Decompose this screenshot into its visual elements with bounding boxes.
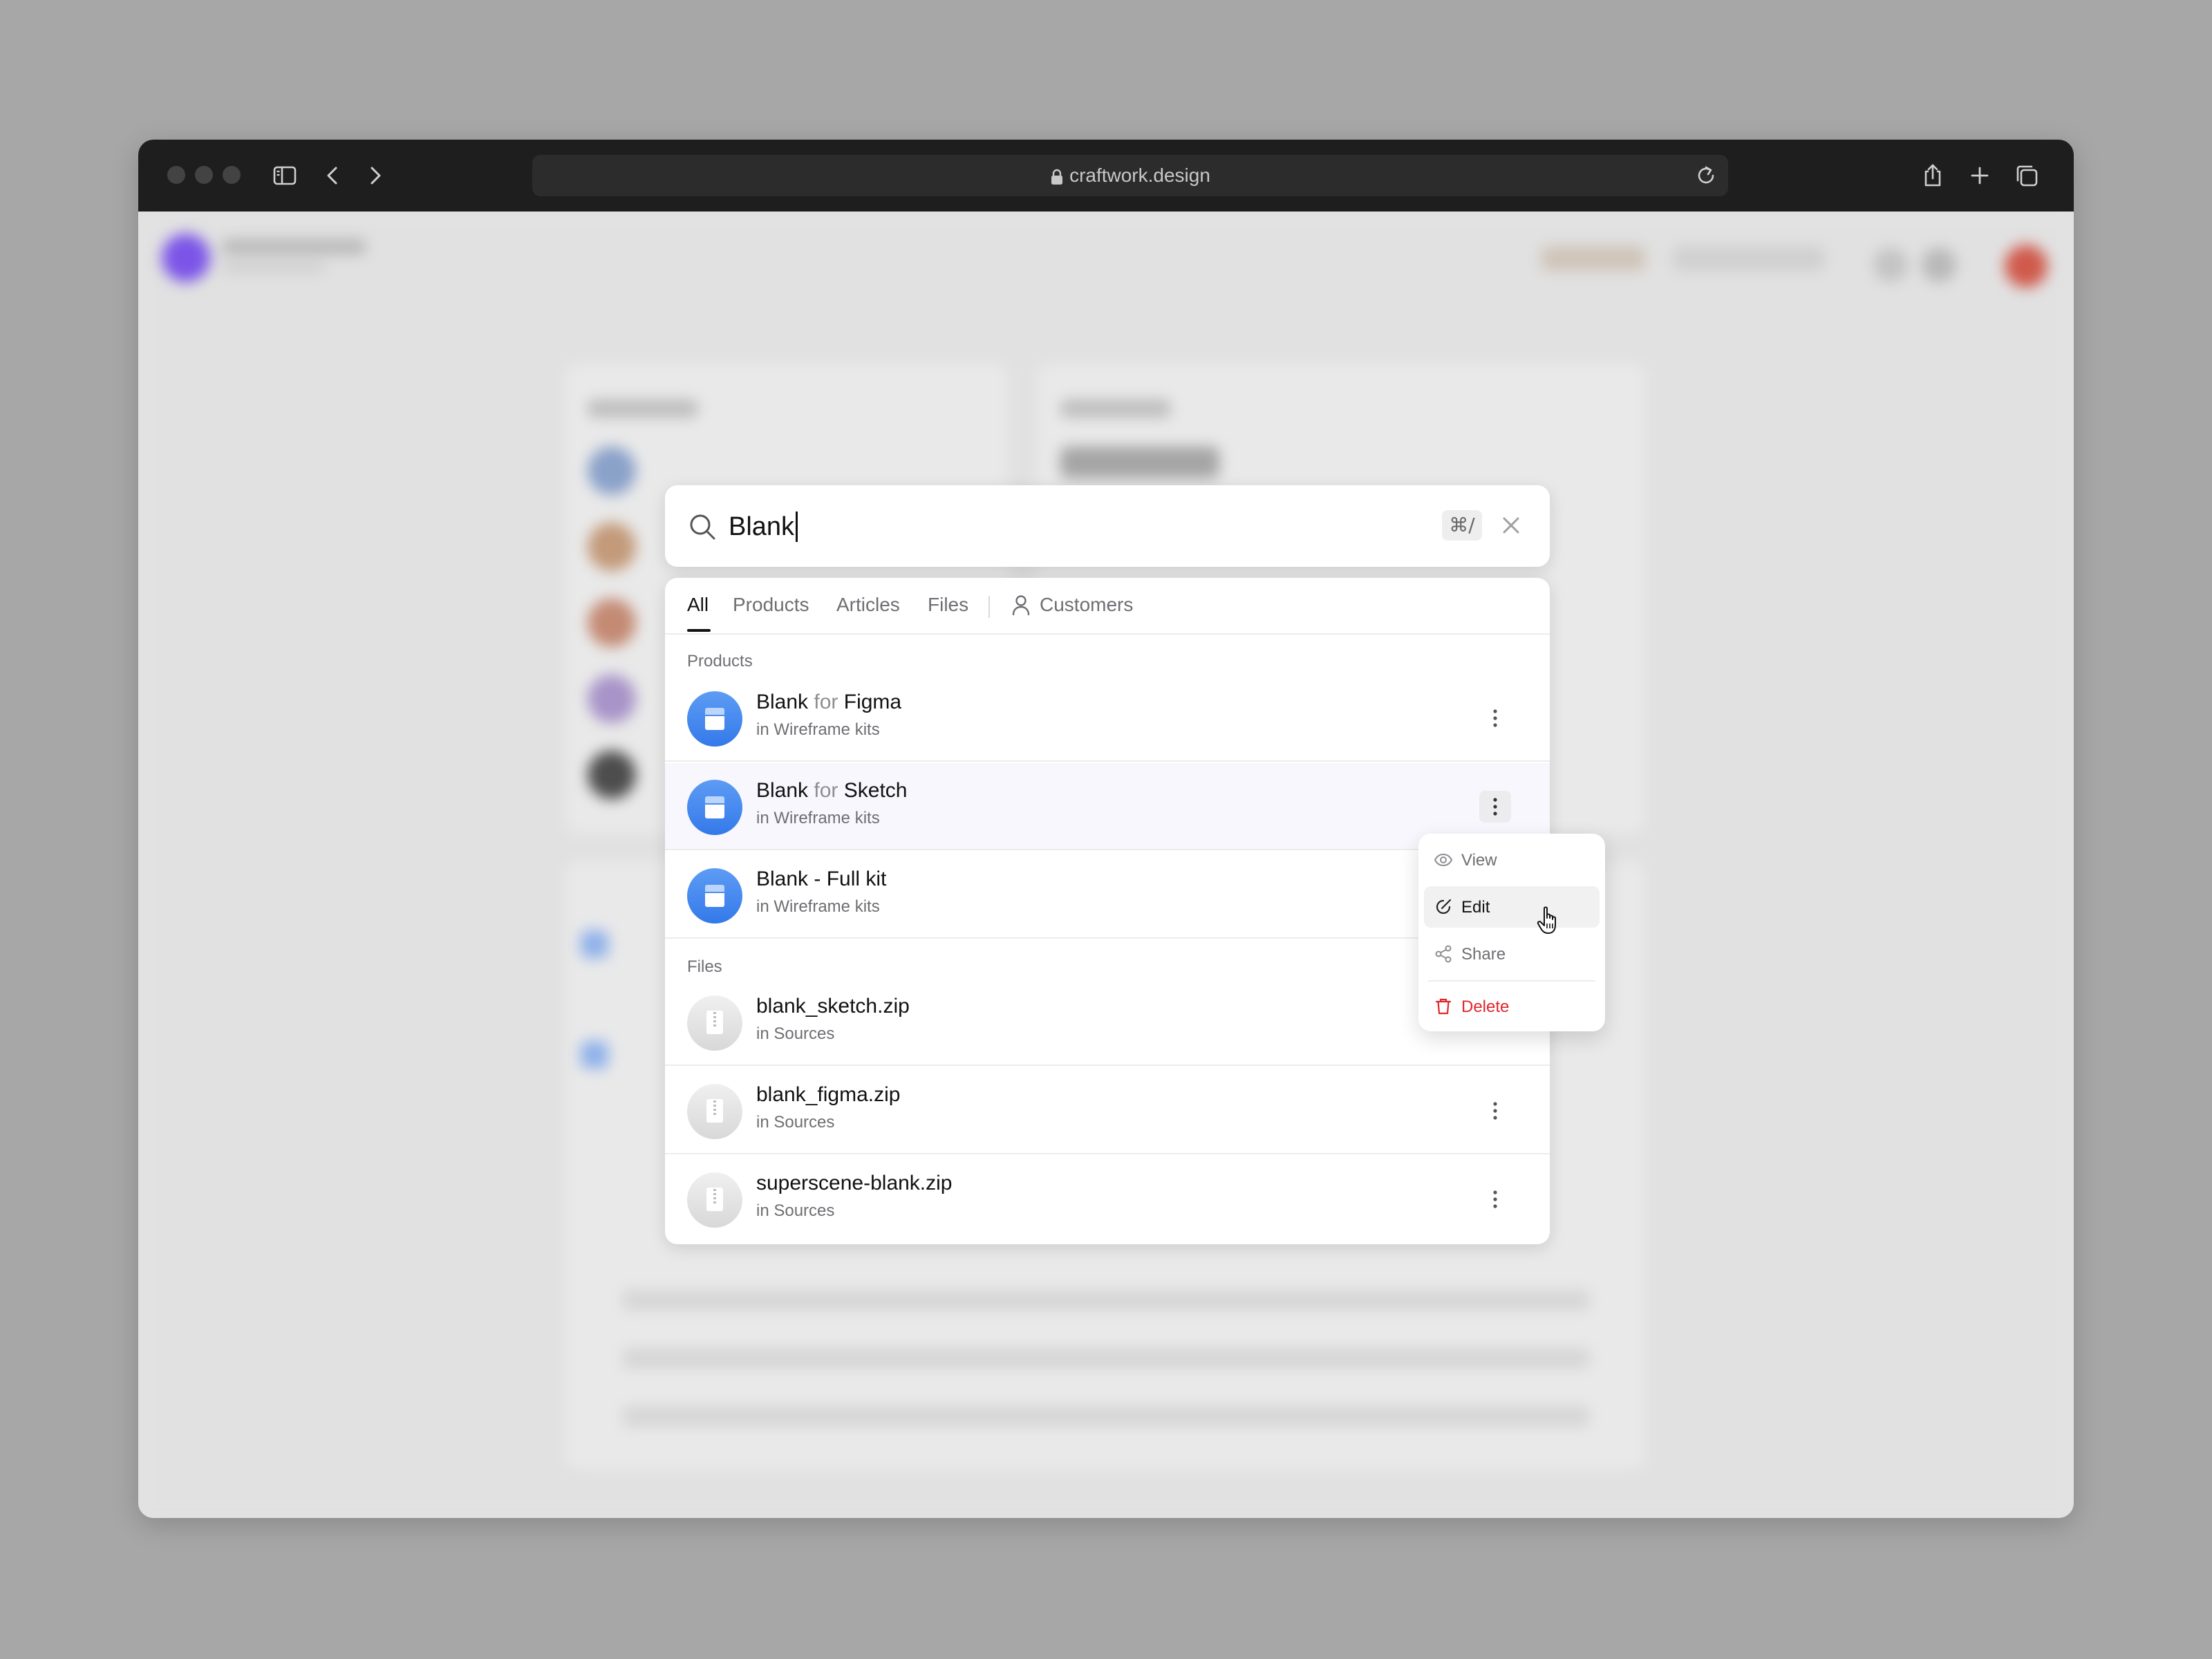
more-options-button[interactable] <box>1479 702 1511 734</box>
url-text: craftwork.design <box>1069 165 1210 186</box>
active-tab-indicator <box>687 629 711 632</box>
search-query: Blank <box>729 512 795 541</box>
result-location: in Sources <box>756 1201 835 1220</box>
result-title: Blank for Figma <box>756 691 902 713</box>
file-row[interactable]: blank_sketch.zip in Sources <box>665 979 1550 1066</box>
result-location: in Wireframe kits <box>756 809 880 827</box>
tab-overview-icon[interactable] <box>2013 162 2041 189</box>
result-title: superscene-blank.zip <box>756 1172 953 1194</box>
sidebar-toggle-icon[interactable] <box>271 162 299 189</box>
edit-icon <box>1436 899 1452 915</box>
text-caret <box>796 512 798 542</box>
new-tab-icon[interactable] <box>1966 162 1994 189</box>
more-vertical-icon <box>1493 1190 1497 1208</box>
result-location: in Wireframe kits <box>756 897 880 916</box>
search-box[interactable]: Blank ⌘/ <box>665 485 1550 567</box>
wireframe-kit-icon <box>687 691 742 747</box>
address-bar[interactable]: craftwork.design <box>532 155 1728 196</box>
search-input[interactable]: Blank <box>729 512 798 542</box>
tab-products[interactable]: Products <box>733 594 809 615</box>
more-vertical-icon <box>1493 709 1497 727</box>
menu-item-edit[interactable]: Edit <box>1424 886 1600 928</box>
context-menu: View Edit Share Delete <box>1418 834 1605 1031</box>
zoom-window-button[interactable] <box>223 166 241 184</box>
tab-divider <box>988 596 990 618</box>
menu-label: Share <box>1461 945 1506 964</box>
browser-toolbar: craftwork.design <box>138 140 2074 212</box>
search-results: All Products Articles Files Customers Pr… <box>665 578 1550 1244</box>
menu-item-share[interactable]: Share <box>1424 933 1600 975</box>
more-options-button[interactable] <box>1479 1183 1511 1215</box>
result-title: Blank - Full kit <box>756 868 887 890</box>
hand-cursor-icon <box>1537 906 1556 934</box>
more-options-button[interactable] <box>1479 1095 1511 1127</box>
result-location: in Wireframe kits <box>756 720 880 739</box>
zip-file-icon <box>687 1172 742 1228</box>
file-row[interactable]: blank_figma.zip in Sources <box>665 1067 1550 1154</box>
tab-files[interactable]: Files <box>928 594 968 615</box>
result-title: blank_figma.zip <box>756 1083 901 1106</box>
tab-customers[interactable]: Customers <box>1040 594 1133 615</box>
product-row[interactable]: Blank for Figma in Wireframe kits <box>665 675 1550 762</box>
more-vertical-icon <box>1493 1102 1497 1120</box>
lock-icon <box>1051 169 1063 185</box>
zip-file-icon <box>687 1084 742 1139</box>
section-label-products: Products <box>687 652 753 671</box>
tab-articles[interactable]: Articles <box>836 594 900 615</box>
user-icon <box>1012 595 1030 616</box>
menu-item-view[interactable]: View <box>1424 839 1600 881</box>
product-row[interactable]: Blank for Sketch in Wireframe kits <box>665 763 1550 850</box>
tab-all[interactable]: All <box>687 594 709 615</box>
minimize-window-button[interactable] <box>195 166 213 184</box>
file-row[interactable]: superscene-blank.zip in Sources <box>665 1156 1550 1243</box>
section-label-files: Files <box>687 957 722 976</box>
filter-tabs: All Products Articles Files Customers <box>665 578 1550 635</box>
menu-label: Delete <box>1461 997 1510 1016</box>
zip-file-icon <box>687 995 742 1051</box>
wireframe-kit-icon <box>687 780 742 835</box>
result-title: Blank for Sketch <box>756 779 908 802</box>
menu-item-delete[interactable]: Delete <box>1424 986 1600 1027</box>
more-options-button[interactable] <box>1479 791 1511 823</box>
result-location: in Sources <box>756 1113 835 1132</box>
close-icon[interactable] <box>1497 512 1525 539</box>
shortcut-badge: ⌘/ <box>1442 510 1482 541</box>
result-location: in Sources <box>756 1024 835 1043</box>
search-icon <box>690 514 715 540</box>
forward-icon[interactable] <box>361 162 388 189</box>
product-row[interactable]: Blank - Full kit in Wireframe kits <box>665 852 1550 939</box>
wireframe-kit-icon <box>687 868 742 924</box>
trash-icon <box>1435 998 1452 1015</box>
menu-divider <box>1428 980 1595 982</box>
reload-icon[interactable] <box>1694 163 1718 188</box>
result-title: blank_sketch.zip <box>756 995 910 1018</box>
menu-label: View <box>1461 851 1497 870</box>
share-icon[interactable] <box>1919 162 1947 189</box>
menu-label: Edit <box>1461 898 1490 917</box>
close-window-button[interactable] <box>167 166 185 184</box>
more-vertical-icon <box>1493 798 1497 816</box>
eye-icon <box>1434 853 1453 867</box>
back-icon[interactable] <box>319 162 347 189</box>
share-nodes-icon <box>1435 945 1452 963</box>
